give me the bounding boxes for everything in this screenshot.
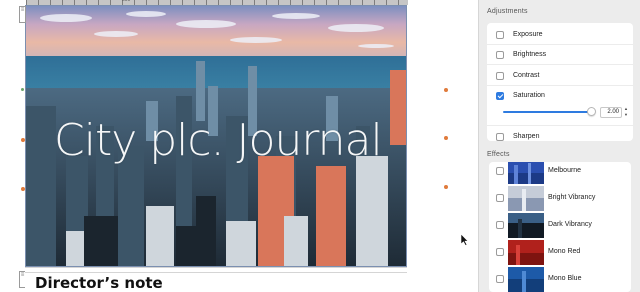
effect-label: Melbourne: [548, 167, 582, 174]
mouse-pointer-icon: [460, 234, 468, 246]
resize-handle-left-lower[interactable]: [21, 187, 25, 191]
exposure-checkbox[interactable]: [496, 31, 504, 39]
adjustment-label: Exposure: [513, 31, 543, 38]
sharpen-checkbox[interactable]: [496, 133, 504, 141]
melbourne-thumbnail: [508, 162, 544, 184]
resize-handle-right-lower[interactable]: [444, 185, 448, 189]
photo-title-text[interactable]: City plc. Journal: [54, 115, 383, 166]
stepper-down-icon[interactable]: ▼: [623, 112, 629, 118]
frame-link-handle[interactable]: ≡: [19, 6, 26, 23]
effect-label: Mono Red: [548, 248, 581, 255]
melbourne-checkbox[interactable]: [496, 167, 504, 175]
adjustment-exposure[interactable]: Exposure: [487, 25, 633, 45]
text-frame-heading[interactable]: Director’s note: [35, 274, 163, 292]
adjustments-list: Exposure Brightness Contrast Saturation …: [487, 23, 633, 141]
text-frame[interactable]: Director’s note: [25, 267, 407, 292]
effect-bright-vibrancy[interactable]: Bright Vibrancy: [489, 185, 631, 212]
effects-list: Melbourne Bright Vibrancy Dark Vibrancy …: [489, 162, 631, 292]
brightness-checkbox[interactable]: [496, 51, 504, 59]
effect-mono-blue[interactable]: Mono Blue: [489, 266, 631, 292]
contrast-checkbox[interactable]: [496, 72, 504, 80]
effects-section-title: Effects: [487, 151, 510, 158]
adjustment-brightness[interactable]: Brightness: [487, 45, 633, 65]
saturation-value-input[interactable]: 2.00: [600, 107, 622, 118]
adjustment-label: Sharpen: [513, 133, 540, 140]
adjustments-section-title: Adjustments: [487, 8, 528, 15]
adjustment-label: Brightness: [513, 51, 547, 58]
adjustment-contrast[interactable]: Contrast: [487, 66, 633, 86]
saturation-slider-track[interactable]: [503, 111, 591, 113]
saturation-slider-knob[interactable]: [587, 107, 596, 116]
effect-label: Dark Vibrancy: [548, 221, 592, 228]
mono-red-thumbnail: [508, 240, 544, 265]
frame-anchor-handle[interactable]: [21, 88, 24, 91]
adjustment-label: Saturation: [513, 92, 545, 99]
saturation-stepper[interactable]: ▲ ▼: [623, 106, 629, 119]
mono-red-checkbox[interactable]: [496, 248, 504, 256]
mono-blue-checkbox[interactable]: [496, 275, 504, 283]
text-frame-ruler: [25, 268, 407, 273]
adjustment-sharpen[interactable]: Sharpen: [487, 127, 633, 141]
resize-handle-left-middle[interactable]: [21, 138, 25, 142]
effect-dark-vibrancy[interactable]: Dark Vibrancy: [489, 212, 631, 239]
dark-vibrancy-checkbox[interactable]: [496, 221, 504, 229]
dark-vibrancy-thumbnail: [508, 213, 544, 238]
saturation-checkbox[interactable]: [496, 92, 504, 100]
effect-mono-red[interactable]: Mono Red: [489, 239, 631, 266]
resize-handle-right-middle[interactable]: [444, 136, 448, 140]
bright-vibrancy-checkbox[interactable]: [496, 194, 504, 202]
document-canvas[interactable]: 500 City plc. Journal ≡ ≡ Director’s not…: [0, 0, 478, 292]
bright-vibrancy-thumbnail: [508, 186, 544, 211]
mono-blue-thumbnail: [508, 267, 544, 292]
effect-melbourne[interactable]: Melbourne: [489, 162, 631, 185]
ruler-label: 500: [122, 0, 131, 3]
adjustment-label: Contrast: [513, 72, 540, 79]
resize-handle-right-top[interactable]: [444, 88, 448, 92]
effect-label: Mono Blue: [548, 275, 582, 282]
adjustment-saturation[interactable]: Saturation: [487, 86, 633, 126]
effect-label: Bright Vibrancy: [548, 194, 596, 201]
